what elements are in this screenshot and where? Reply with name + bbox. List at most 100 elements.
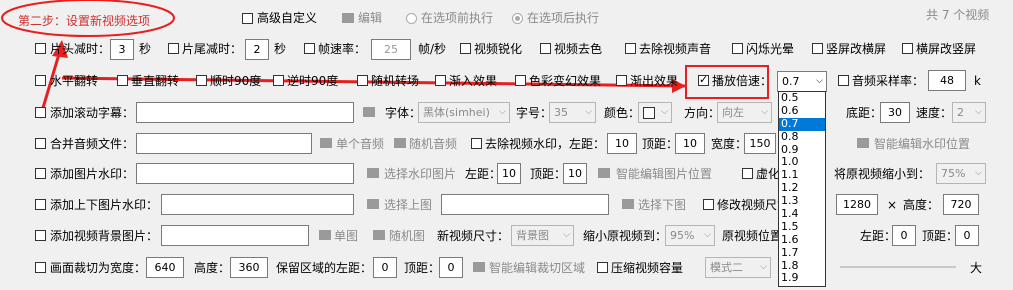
top-bottom-image-checkbox[interactable] xyxy=(35,199,46,210)
single-audio-button[interactable]: 单个音频 xyxy=(336,137,384,151)
tail-trim-input[interactable]: 2 xyxy=(245,39,269,60)
wm-width-input[interactable]: 150 xyxy=(744,133,776,154)
crop-height-input[interactable]: 360 xyxy=(230,257,268,278)
smart-edit-wm-button[interactable]: 智能编辑水印位置 xyxy=(874,137,970,151)
chevron-down-icon: ⌵ xyxy=(760,262,767,272)
fade-out-label: 渐出效果 xyxy=(630,74,679,88)
scroll-subtitle-label: 添加滚动字幕： xyxy=(50,106,135,120)
select-top-button[interactable]: 选择上图 xyxy=(384,198,432,212)
sample-rate-checkbox[interactable] xyxy=(838,75,849,86)
image-watermark-checkbox[interactable] xyxy=(35,168,46,179)
image-watermark-input[interactable] xyxy=(136,163,354,184)
img-top-input[interactable]: 10 xyxy=(563,163,587,184)
speed-option[interactable]: 1.7 xyxy=(779,246,825,260)
flash-checkbox[interactable] xyxy=(732,43,743,54)
bg-left-input[interactable]: 0 xyxy=(892,225,916,246)
speed-option[interactable]: 1.4 xyxy=(779,207,825,221)
smart-edit-img-button[interactable]: 智能编辑图片位置 xyxy=(616,167,712,181)
random-transition-label: 随机转场 xyxy=(371,74,420,88)
chevron-down-icon: ⌵ xyxy=(975,107,982,117)
bottom-margin-input[interactable]: 30 xyxy=(880,102,910,123)
compress-checkbox[interactable] xyxy=(597,262,608,273)
head-trim-checkbox[interactable] xyxy=(35,43,46,54)
img-left-input[interactable]: 10 xyxy=(497,163,521,184)
advanced-custom-checkbox[interactable] xyxy=(242,13,253,24)
shrink-select[interactable]: 75% ⌵ xyxy=(936,163,986,184)
decolor-checkbox[interactable] xyxy=(540,43,551,54)
fps-unit: 帧/秒 xyxy=(418,42,447,56)
random-image-button[interactable]: 随机图 xyxy=(389,229,425,243)
speed-option[interactable]: 1.5 xyxy=(779,220,825,234)
speed-select[interactable]: 0.7 ⌵ xyxy=(777,71,827,92)
mode-select[interactable]: 模式二 ⌵ xyxy=(705,257,771,278)
bg-top-input[interactable]: 0 xyxy=(955,225,979,246)
select-bottom-button[interactable]: 选择下图 xyxy=(638,198,686,212)
speed-checkbox[interactable] xyxy=(698,73,709,86)
advanced-custom-label: 高级自定义 xyxy=(257,11,318,25)
keep-left-input[interactable]: 0 xyxy=(373,257,397,278)
vflip-checkbox[interactable] xyxy=(117,75,128,86)
color-change-checkbox[interactable] xyxy=(515,75,526,86)
sharpen-checkbox[interactable] xyxy=(460,43,471,54)
speed-option[interactable]: 0.5 xyxy=(779,92,825,105)
hflip-checkbox[interactable] xyxy=(35,75,46,86)
direction-select-value: 向左 xyxy=(722,106,744,119)
speed-option[interactable]: 2.0 xyxy=(779,284,825,286)
framerate-checkbox[interactable] xyxy=(304,43,315,54)
rot90ccw-checkbox[interactable] xyxy=(273,75,284,86)
single-image-button[interactable]: 单图 xyxy=(334,229,358,243)
head-trim-input[interactable]: 3 xyxy=(110,39,134,60)
scroll-subtitle-input[interactable] xyxy=(136,102,354,123)
annotation-ellipse xyxy=(1,0,175,37)
color-select[interactable]: ⌵ xyxy=(638,102,672,123)
compress-slider[interactable] xyxy=(840,266,956,268)
smart-crop-button[interactable]: 智能编辑裁切区域 xyxy=(489,261,585,275)
new-size-select[interactable]: 背景图 ⌵ xyxy=(511,225,574,246)
fade-in-checkbox[interactable] xyxy=(435,75,446,86)
big-label: 大 xyxy=(970,261,983,275)
after-option-radio[interactable] xyxy=(512,13,523,24)
bg-image-input[interactable] xyxy=(161,225,309,246)
size-width-input[interactable]: 1280 xyxy=(836,194,878,215)
crop-width-input[interactable]: 640 xyxy=(146,257,184,278)
shrink-orig-select[interactable]: 95% ⌵ xyxy=(665,225,715,246)
framerate-input[interactable]: 25 xyxy=(371,39,411,60)
speed2-select[interactable]: 2 ⌵ xyxy=(952,102,986,123)
blur-bg-checkbox[interactable] xyxy=(742,168,753,179)
keep-top-input[interactable]: 0 xyxy=(439,257,463,278)
size-select[interactable]: 35 ⌵ xyxy=(549,102,596,123)
bg-image-checkbox[interactable] xyxy=(35,230,46,241)
top-image-input[interactable] xyxy=(161,194,354,215)
direction-select[interactable]: 向左 ⌵ xyxy=(717,102,772,123)
h2v-checkbox[interactable] xyxy=(902,43,913,54)
bottom-image-input[interactable] xyxy=(441,194,609,215)
sample-rate-input[interactable]: 48 xyxy=(928,70,966,91)
before-option-radio[interactable] xyxy=(406,13,417,24)
random-audio-button[interactable]: 随机音频 xyxy=(409,137,457,151)
edit-button[interactable]: 编辑 xyxy=(358,11,382,25)
crop-checkbox[interactable] xyxy=(35,262,46,273)
speed-option[interactable]: 0.8 xyxy=(779,130,825,144)
size-height-input[interactable]: 720 xyxy=(943,194,979,215)
speed-option[interactable]: 1.6 xyxy=(779,233,825,247)
random-transition-checkbox[interactable] xyxy=(357,75,368,86)
rot90cw-checkbox[interactable] xyxy=(196,75,207,86)
wm-left-input[interactable]: 10 xyxy=(607,133,637,154)
wm-top-input[interactable]: 10 xyxy=(675,133,705,154)
remove-watermark-checkbox[interactable] xyxy=(471,138,482,149)
speed-option[interactable]: 0.7 xyxy=(779,117,825,131)
remove-audio-checkbox[interactable] xyxy=(625,43,636,54)
fade-out-checkbox[interactable] xyxy=(616,75,627,86)
merge-audio-input[interactable] xyxy=(136,133,312,154)
smart-crop-icon xyxy=(472,261,486,273)
speed-dropdown-list[interactable]: 0.5 0.6 0.7 0.8 0.9 1.0 1.1 1.2 1.3 1.4 1.5 1.6 1.7 1… xyxy=(778,91,826,287)
v2h-checkbox[interactable] xyxy=(812,43,823,54)
select-wm-image-button[interactable]: 选择水印图片 xyxy=(384,167,456,181)
font-select[interactable]: 黑体(simhei) ⌵ xyxy=(418,102,510,123)
scroll-subtitle-checkbox[interactable] xyxy=(35,107,46,118)
tail-trim-checkbox[interactable] xyxy=(168,43,179,54)
merge-audio-checkbox[interactable] xyxy=(35,138,46,149)
modify-size-checkbox[interactable] xyxy=(703,199,714,210)
speed-option[interactable]: 0.6 xyxy=(779,104,825,118)
wm-top-label: 顶距： xyxy=(642,137,679,151)
